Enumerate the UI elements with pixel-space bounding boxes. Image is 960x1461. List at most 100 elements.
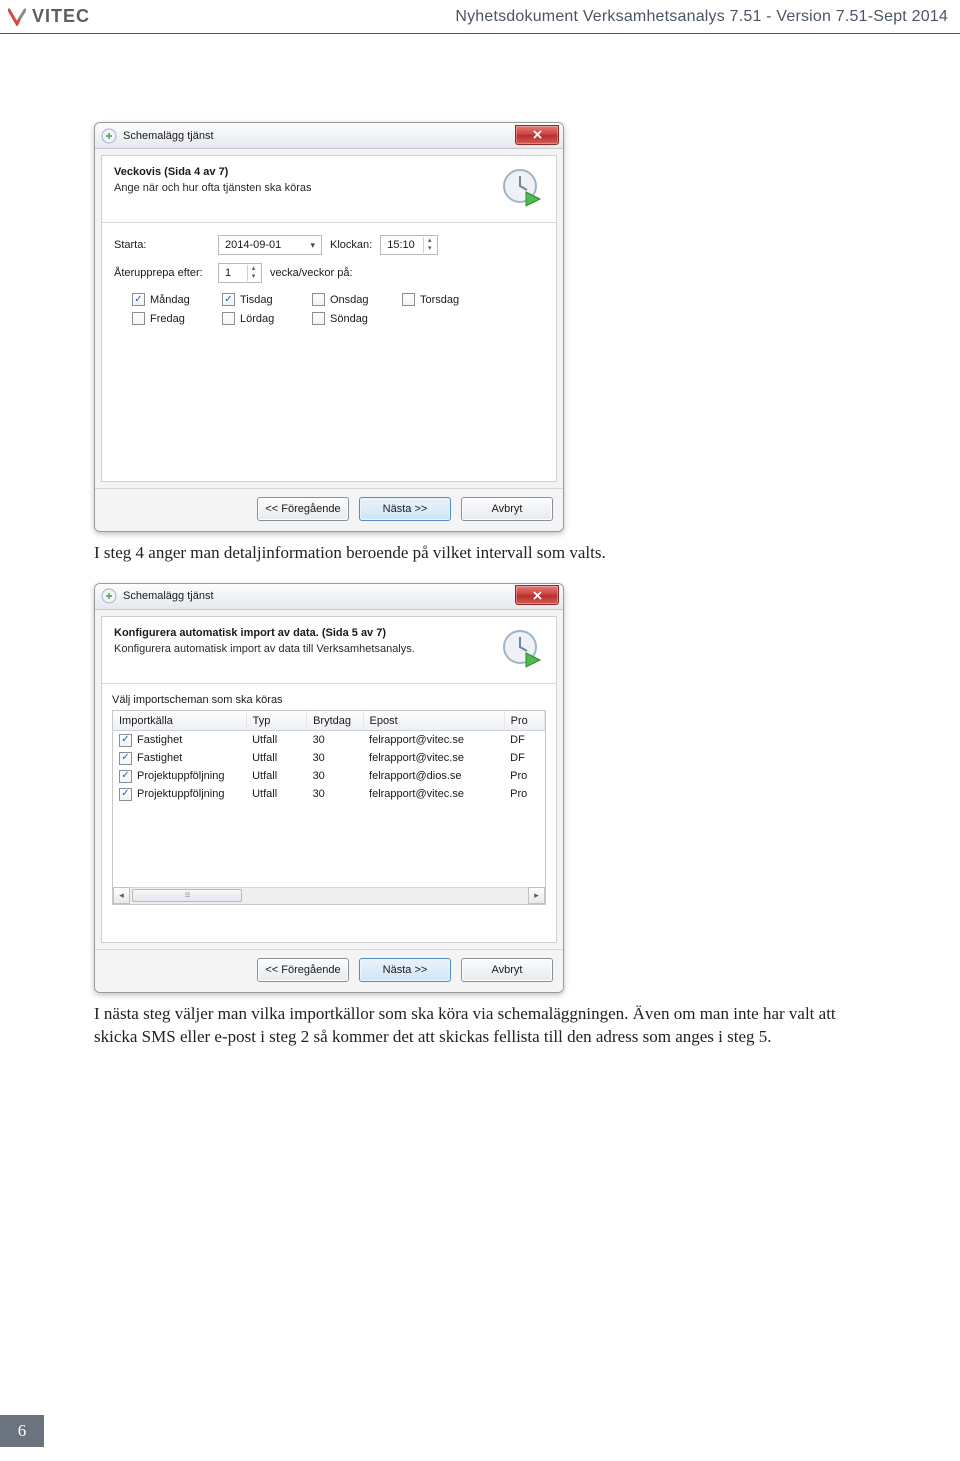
dialog-title-bar[interactable]: Schemalägg tjänst	[95, 123, 563, 149]
caption-step4: I steg 4 anger man detaljinformation ber…	[94, 542, 854, 565]
checkbox-icon	[132, 312, 145, 325]
dialog-icon	[101, 588, 117, 604]
checkbox-sunday[interactable]: Söndag	[312, 312, 384, 325]
checkbox-icon	[402, 293, 415, 306]
cell-src: Projektuppföljning	[137, 770, 224, 782]
cell-epost: felrapport@dios.se	[363, 767, 504, 785]
horizontal-scrollbar[interactable]: ◂ ▸	[113, 887, 545, 904]
time-value: 15:10	[387, 239, 415, 251]
col-pr[interactable]: Pro	[504, 711, 544, 731]
brand-logo: VITEC	[8, 6, 90, 27]
checkbox-friday[interactable]: Fredag	[132, 312, 204, 325]
spinner-icon[interactable]: ▴▾	[423, 237, 435, 253]
scroll-right-icon[interactable]: ▸	[528, 887, 545, 904]
date-field[interactable]: 2014-09-01 ▾	[218, 235, 322, 255]
close-icon	[532, 129, 543, 140]
dialog-header: Konfigurera automatisk import av data. (…	[101, 616, 557, 683]
cell-epost: felrapport@vitec.se	[363, 749, 504, 767]
cell-epost: felrapport@vitec.se	[363, 731, 504, 750]
page-number: 6	[0, 1415, 44, 1447]
dialog-step-title: Konfigurera automatisk import av data. (…	[114, 627, 492, 639]
checkbox-tuesday[interactable]: ✓Tisdag	[222, 293, 294, 306]
cell-pr: DF	[504, 731, 544, 750]
checkbox-icon	[312, 293, 325, 306]
close-button[interactable]	[515, 585, 559, 605]
dialog-step-subtitle: Konfigurera automatisk import av data ti…	[114, 643, 492, 655]
cell-src: Projektuppföljning	[137, 788, 224, 800]
checkbox-icon: ✓	[222, 293, 235, 306]
dialog-window-title: Schemalägg tjänst	[123, 590, 214, 602]
scroll-thumb[interactable]	[132, 889, 242, 902]
table-row[interactable]: ✓ Projektuppföljning Utfall30felrapport@vi…	[113, 785, 545, 803]
table-row[interactable]: ✓ Fastighet Utfall30felrapport@vitec.seDF	[113, 749, 545, 767]
col-typ[interactable]: Typ	[246, 711, 306, 731]
date-value: 2014-09-01	[225, 239, 281, 251]
checkbox-icon[interactable]: ✓	[119, 788, 132, 801]
cell-brytdag: 30	[307, 749, 363, 767]
repeat-count-field[interactable]: 1 ▴▾	[218, 263, 262, 283]
dialog-window-title: Schemalägg tjänst	[123, 130, 214, 142]
dialog-schedule-step5: Schemalägg tjänst Konfigurera automatisk…	[94, 583, 564, 993]
close-button[interactable]	[515, 125, 559, 145]
import-table: Importkälla Typ Brytdag Epost Pro ✓ Fasti…	[112, 710, 546, 905]
checkbox-thursday[interactable]: Torsdag	[402, 293, 474, 306]
time-field[interactable]: 15:10 ▴▾	[380, 235, 438, 255]
chevron-down-icon[interactable]: ▾	[310, 240, 319, 251]
cell-typ: Utfall	[246, 731, 306, 750]
dialog-footer: << Föregående Nästa >> Avbryt	[95, 488, 563, 531]
checkbox-icon[interactable]: ✓	[119, 734, 132, 747]
checkbox-icon[interactable]: ✓	[119, 752, 132, 765]
checkbox-icon[interactable]: ✓	[119, 770, 132, 783]
document-title: Nyhetsdokument Verksamhetsanalys 7.51 - …	[455, 8, 948, 26]
table-row[interactable]: ✓ Fastighet Utfall30felrapport@vitec.seDF	[113, 731, 545, 750]
cell-typ: Utfall	[246, 785, 306, 803]
col-epost[interactable]: Epost	[363, 711, 504, 731]
cell-typ: Utfall	[246, 749, 306, 767]
cancel-button[interactable]: Avbryt	[461, 958, 553, 982]
spinner-icon[interactable]: ▴▾	[247, 265, 259, 281]
label-time: Klockan:	[330, 239, 372, 251]
checkbox-monday[interactable]: ✓Måndag	[132, 293, 204, 306]
next-button[interactable]: Nästa >>	[359, 958, 451, 982]
prev-button[interactable]: << Föregående	[257, 958, 349, 982]
dialog-title-bar[interactable]: Schemalägg tjänst	[95, 584, 563, 610]
next-button[interactable]: Nästa >>	[359, 497, 451, 521]
cell-pr: DF	[504, 749, 544, 767]
cell-pr: Pro	[504, 767, 544, 785]
close-icon	[532, 590, 543, 601]
dialog-footer: << Föregående Nästa >> Avbryt	[95, 949, 563, 992]
table-caption: Välj importscheman som ska köras	[112, 694, 546, 706]
dialog-icon	[101, 128, 117, 144]
cell-brytdag: 30	[307, 785, 363, 803]
dialog-step-subtitle: Ange när och hur ofta tjänsten ska köras	[114, 182, 492, 194]
cell-src: Fastighet	[137, 734, 182, 746]
brand-text: VITEC	[32, 6, 90, 27]
cell-src: Fastighet	[137, 752, 182, 764]
label-start: Starta:	[114, 239, 210, 251]
cell-epost: felrapport@vitec.se	[363, 785, 504, 803]
caption-step5: I nästa steg väljer man vilka importkäll…	[94, 1003, 854, 1049]
prev-button[interactable]: << Föregående	[257, 497, 349, 521]
dialog-schedule-step4: Schemalägg tjänst Veckovis (Sida 4 av 7)…	[94, 122, 564, 532]
dialog-header: Veckovis (Sida 4 av 7) Ange när och hur …	[101, 155, 557, 222]
col-src[interactable]: Importkälla	[113, 711, 246, 731]
repeat-count-value: 1	[225, 267, 231, 279]
label-repeat: Återupprepa efter:	[114, 267, 210, 279]
table-row[interactable]: ✓ProjektuppföljningUtfall30felrapport@di…	[113, 767, 545, 785]
checkbox-icon	[222, 312, 235, 325]
checkbox-wednesday[interactable]: Onsdag	[312, 293, 384, 306]
clock-play-icon	[500, 166, 544, 210]
checkbox-saturday[interactable]: Lördag	[222, 312, 294, 325]
cell-pr: Pro	[504, 785, 544, 803]
col-brytdag[interactable]: Brytdag	[307, 711, 363, 731]
document-header: VITEC Nyhetsdokument Verksamhetsanalys 7…	[0, 0, 960, 34]
checkbox-icon	[312, 312, 325, 325]
checkbox-icon: ✓	[132, 293, 145, 306]
cancel-button[interactable]: Avbryt	[461, 497, 553, 521]
scroll-left-icon[interactable]: ◂	[113, 887, 130, 904]
cell-brytdag: 30	[307, 767, 363, 785]
cell-brytdag: 30	[307, 731, 363, 750]
label-repeat-unit: vecka/veckor på:	[270, 267, 353, 279]
brand-v-icon	[8, 8, 26, 26]
dialog-step-title: Veckovis (Sida 4 av 7)	[114, 166, 492, 178]
